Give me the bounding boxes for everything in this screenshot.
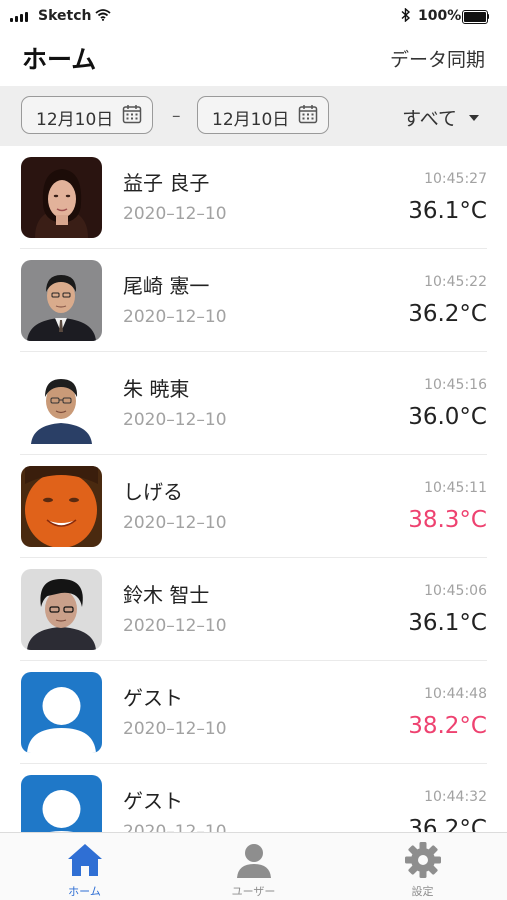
temperature-records-list[interactable]: 益子 良子 2020–12–10 10:45:27 36.1°C 尾崎 憲一 2… — [0, 146, 507, 832]
gear-icon — [405, 842, 441, 878]
list-item[interactable]: 鈴木 智士 2020–12–10 10:45:06 36.1°C — [0, 558, 507, 661]
person-photo-icon — [21, 466, 102, 547]
record-date: 2020–12–10 — [123, 616, 227, 636]
avatar — [21, 157, 102, 238]
tab-label: 設定 — [411, 885, 434, 898]
list-item[interactable]: 尾崎 憲一 2020–12–10 10:45:22 36.2°C — [0, 249, 507, 352]
record-date: 2020–12–10 — [123, 410, 227, 430]
person-photo-icon — [21, 157, 102, 238]
temperature-reading: 36.2°C — [408, 816, 487, 832]
avatar — [21, 672, 102, 753]
avatar — [21, 260, 102, 341]
bottom-tab-bar: ホーム ユーザー 設定 — [0, 832, 507, 900]
temperature-reading: 36.1°C — [408, 610, 487, 636]
temperature-reading: 38.3°C — [408, 507, 487, 533]
category-filter-dropdown[interactable]: すべて — [402, 104, 457, 131]
avatar — [21, 466, 102, 547]
list-item[interactable]: しげる 2020–12–10 10:45:11 38.3°C — [0, 455, 507, 558]
calendar-icon — [122, 105, 142, 124]
user-icon — [237, 844, 271, 878]
temperature-reading: 36.1°C — [408, 198, 487, 224]
guest-icon — [21, 775, 102, 832]
tab-settings[interactable]: 設定 — [338, 833, 507, 900]
battery-icon — [462, 10, 488, 24]
tab-home[interactable]: ホーム — [0, 833, 169, 900]
record-time: 10:45:22 — [424, 274, 487, 290]
record-date: 2020–12–10 — [123, 822, 227, 832]
person-photo-icon — [21, 569, 102, 650]
end-date-label: 12月10日 — [212, 110, 290, 130]
record-date: 2020–12–10 — [123, 307, 227, 327]
temperature-reading: 36.2°C — [408, 301, 487, 327]
bluetooth-icon — [401, 7, 411, 26]
person-name: 尾崎 憲一 — [123, 274, 210, 298]
start-date-picker[interactable]: 12月10日 — [21, 96, 153, 134]
record-date: 2020–12–10 — [123, 513, 227, 533]
app-screen: Sketch 100% ホーム データ同期 12月10日 – 12月10日 すべ… — [0, 0, 507, 900]
battery-nub — [487, 14, 489, 19]
person-photo-icon — [21, 260, 102, 341]
list-item[interactable]: 益子 良子 2020–12–10 10:45:27 36.1°C — [0, 146, 507, 249]
list-item[interactable]: ゲスト 2020–12–10 10:44:32 36.2°C — [0, 764, 507, 832]
signal-bars-icon — [10, 12, 28, 22]
record-date: 2020–12–10 — [123, 719, 227, 739]
navigation-bar: ホーム データ同期 — [0, 34, 507, 86]
person-name: 鈴木 智士 — [123, 583, 210, 607]
battery-level-fill — [464, 12, 486, 22]
start-date-label: 12月10日 — [36, 110, 114, 130]
record-time: 10:45:11 — [424, 480, 487, 496]
person-name: ゲスト — [123, 789, 183, 813]
tab-label: ホーム — [68, 885, 101, 898]
avatar — [21, 775, 102, 832]
person-name: しげる — [123, 480, 183, 504]
avatar — [21, 363, 102, 444]
page-title: ホーム — [22, 45, 97, 74]
temperature-reading: 36.0°C — [408, 404, 487, 430]
person-name: 益子 良子 — [123, 171, 210, 195]
list-item[interactable]: ゲスト 2020–12–10 10:44:48 38.2°C — [0, 661, 507, 764]
tab-label: ユーザー — [231, 885, 276, 898]
status-bar: Sketch 100% — [0, 0, 507, 34]
guest-icon — [21, 672, 102, 753]
carrier-name: Sketch — [38, 8, 92, 24]
calendar-icon — [298, 105, 318, 124]
date-filter-bar: 12月10日 – 12月10日 すべて — [0, 86, 507, 146]
record-time: 10:45:27 — [424, 171, 487, 187]
temperature-reading: 38.2°C — [408, 713, 487, 739]
person-name: 朱 暁東 — [123, 377, 190, 401]
date-range-separator: – — [172, 106, 181, 126]
wifi-icon — [95, 9, 111, 25]
person-photo-icon — [21, 363, 102, 444]
list-item[interactable]: 朱 暁東 2020–12–10 10:45:16 36.0°C — [0, 352, 507, 455]
data-sync-button[interactable]: データ同期 — [390, 45, 485, 72]
record-time: 10:45:16 — [424, 377, 487, 393]
record-time: 10:44:48 — [424, 686, 487, 702]
person-name: ゲスト — [123, 686, 183, 710]
end-date-picker[interactable]: 12月10日 — [197, 96, 329, 134]
caret-down-icon[interactable] — [469, 115, 479, 121]
home-icon — [68, 844, 102, 876]
record-time: 10:44:32 — [424, 789, 487, 805]
record-time: 10:45:06 — [424, 583, 487, 599]
record-date: 2020–12–10 — [123, 204, 227, 224]
avatar — [21, 569, 102, 650]
tab-users[interactable]: ユーザー — [169, 833, 338, 900]
battery-percent: 100% — [418, 8, 462, 24]
